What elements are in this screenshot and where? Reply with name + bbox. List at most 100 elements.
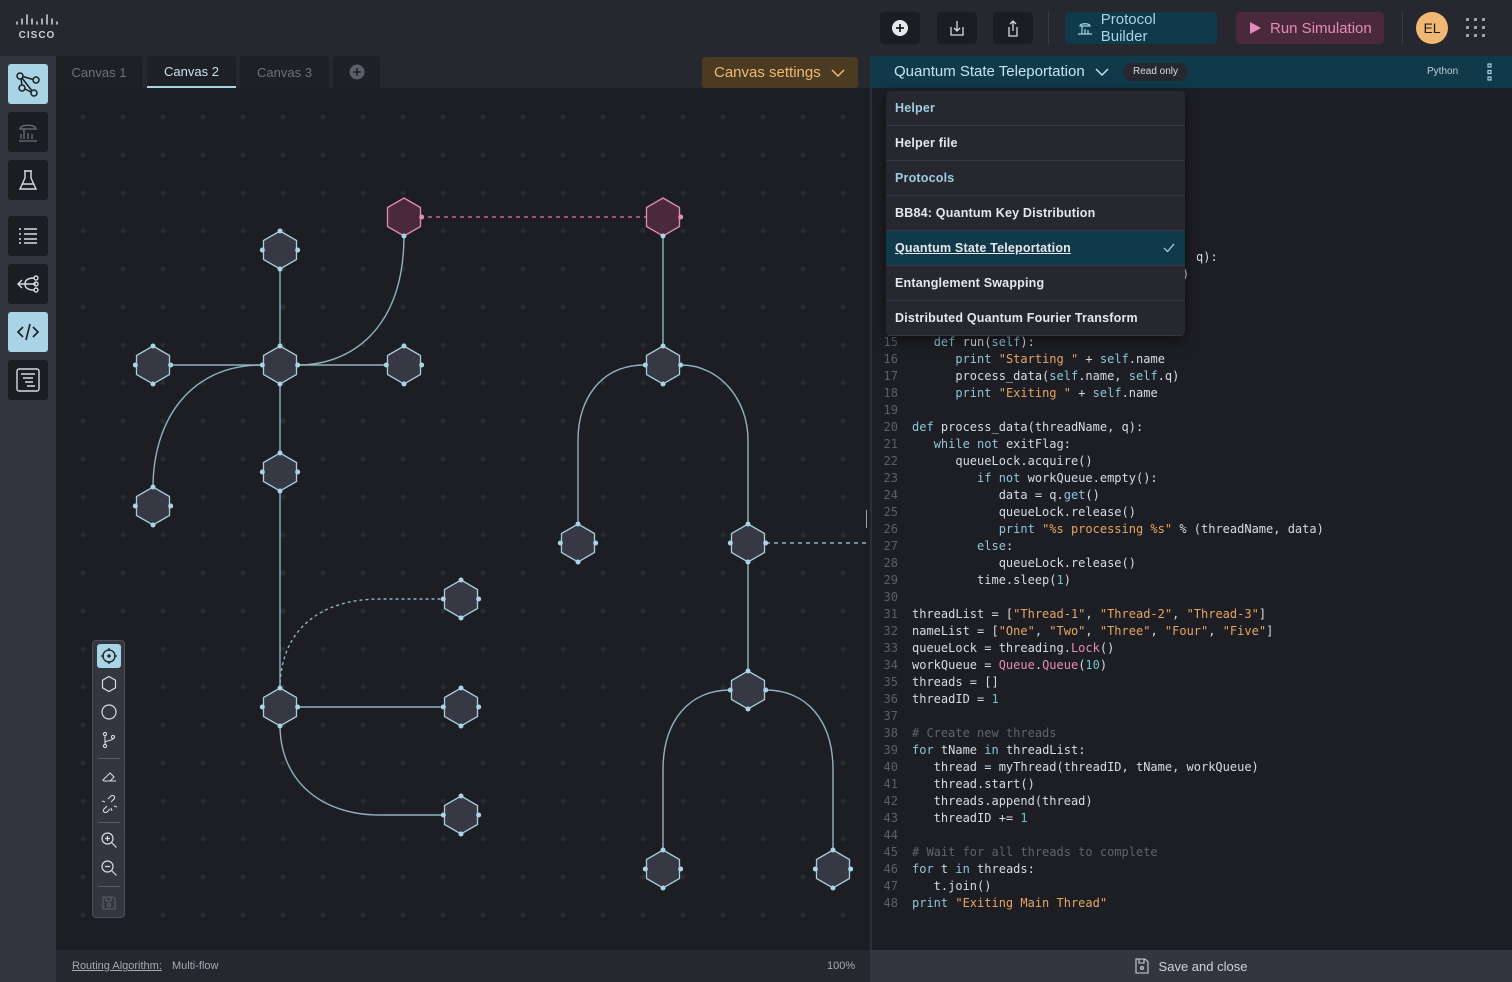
circle-tool[interactable]: [97, 700, 121, 724]
quantum-node[interactable]: [443, 687, 479, 727]
rail-branch-button[interactable]: [8, 264, 48, 304]
port[interactable]: [440, 704, 446, 710]
port[interactable]: [440, 596, 446, 602]
port[interactable]: [419, 214, 425, 220]
eraser-tool[interactable]: [97, 764, 121, 788]
port[interactable]: [458, 577, 464, 583]
port[interactable]: [678, 362, 684, 368]
zoom-out-button[interactable]: [97, 856, 121, 880]
port[interactable]: [660, 381, 666, 387]
port[interactable]: [745, 521, 751, 527]
port[interactable]: [277, 685, 283, 691]
rail-network-button[interactable]: [8, 64, 48, 104]
port[interactable]: [132, 362, 138, 368]
port[interactable]: [295, 362, 301, 368]
protocol-builder-button[interactable]: Protocol Builder: [1065, 11, 1217, 45]
port[interactable]: [848, 866, 854, 872]
port[interactable]: [642, 362, 648, 368]
port[interactable]: [830, 847, 836, 853]
rail-protocol-button[interactable]: [8, 112, 48, 152]
quantum-node-highlighted[interactable]: [386, 197, 422, 237]
port[interactable]: [150, 522, 156, 528]
port[interactable]: [745, 668, 751, 674]
run-simulation-button[interactable]: Run Simulation: [1236, 12, 1384, 44]
tab-canvas-3[interactable]: Canvas 3: [240, 56, 329, 88]
hexagon-tool[interactable]: [97, 672, 121, 696]
quantum-node[interactable]: [135, 486, 171, 526]
port[interactable]: [727, 687, 733, 693]
port[interactable]: [259, 704, 265, 710]
dropdown-option[interactable]: Distributed Quantum Fourier Transform: [886, 301, 1185, 336]
export-button[interactable]: [993, 12, 1033, 44]
save-canvas-button[interactable]: [97, 891, 121, 915]
quantum-node[interactable]: [645, 345, 681, 385]
quantum-node[interactable]: [560, 523, 596, 563]
dropdown-option[interactable]: Entanglement Swapping: [886, 266, 1185, 301]
quantum-node[interactable]: [815, 849, 851, 889]
unlink-tool[interactable]: [97, 792, 121, 816]
port[interactable]: [150, 343, 156, 349]
port[interactable]: [763, 687, 769, 693]
network-canvas[interactable]: [56, 88, 870, 950]
port[interactable]: [727, 540, 733, 546]
tab-canvas-1[interactable]: Canvas 1: [56, 56, 142, 88]
port[interactable]: [660, 233, 666, 239]
port[interactable]: [277, 228, 283, 234]
quantum-node[interactable]: [262, 687, 298, 727]
port[interactable]: [277, 266, 283, 272]
port[interactable]: [277, 343, 283, 349]
rail-document-button[interactable]: [8, 360, 48, 400]
routing-algorithm-label[interactable]: Routing Algorithm:: [72, 960, 162, 972]
dropdown-option[interactable]: Helper file: [886, 126, 1185, 161]
port[interactable]: [763, 540, 769, 546]
port[interactable]: [557, 540, 563, 546]
port[interactable]: [575, 521, 581, 527]
port[interactable]: [476, 812, 482, 818]
rail-code-button[interactable]: [8, 312, 48, 352]
port[interactable]: [295, 247, 301, 253]
quantum-node[interactable]: [443, 579, 479, 619]
port[interactable]: [678, 866, 684, 872]
port[interactable]: [383, 362, 389, 368]
port[interactable]: [830, 885, 836, 891]
branch-tool[interactable]: [97, 728, 121, 752]
port[interactable]: [401, 343, 407, 349]
port[interactable]: [401, 233, 407, 239]
quantum-node[interactable]: [386, 345, 422, 385]
port[interactable]: [168, 503, 174, 509]
port[interactable]: [458, 831, 464, 837]
quantum-node-highlighted[interactable]: [645, 197, 681, 237]
port[interactable]: [458, 685, 464, 691]
port[interactable]: [745, 559, 751, 565]
add-button[interactable]: [880, 12, 920, 44]
port[interactable]: [476, 704, 482, 710]
port[interactable]: [259, 362, 265, 368]
quantum-node[interactable]: [730, 523, 766, 563]
canvas-settings-button[interactable]: Canvas settings: [702, 57, 858, 88]
port[interactable]: [259, 469, 265, 475]
port[interactable]: [401, 381, 407, 387]
port[interactable]: [575, 559, 581, 565]
port[interactable]: [812, 866, 818, 872]
port[interactable]: [132, 503, 138, 509]
add-tab-button[interactable]: [333, 56, 380, 88]
quantum-node[interactable]: [262, 345, 298, 385]
more-vertical-icon[interactable]: [1487, 63, 1493, 81]
port[interactable]: [458, 723, 464, 729]
port[interactable]: [458, 793, 464, 799]
quantum-node[interactable]: [262, 230, 298, 270]
port[interactable]: [150, 484, 156, 490]
port[interactable]: [593, 540, 599, 546]
port[interactable]: [660, 847, 666, 853]
quantum-node[interactable]: [443, 795, 479, 835]
quantum-node[interactable]: [645, 849, 681, 889]
port[interactable]: [277, 381, 283, 387]
port[interactable]: [678, 214, 684, 220]
quantum-node[interactable]: [262, 452, 298, 492]
protocol-selector[interactable]: Quantum State Teleportation: [894, 63, 1109, 80]
port[interactable]: [745, 706, 751, 712]
port[interactable]: [150, 381, 156, 387]
port[interactable]: [642, 866, 648, 872]
port[interactable]: [277, 488, 283, 494]
port[interactable]: [168, 362, 174, 368]
